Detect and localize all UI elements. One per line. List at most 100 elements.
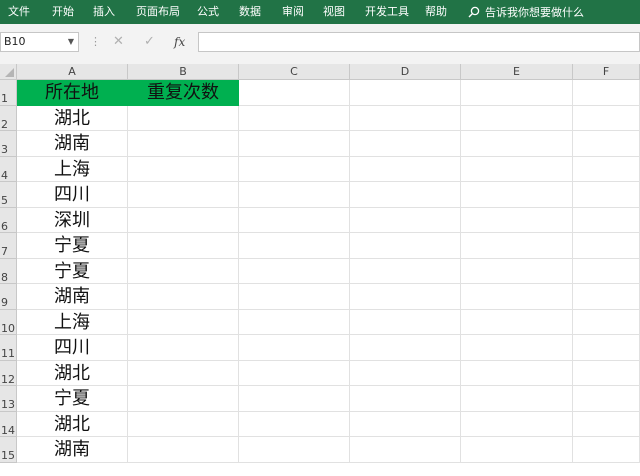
cell-d7[interactable] bbox=[350, 233, 461, 259]
cell-a10[interactable]: 上海 bbox=[17, 310, 128, 335]
cell-f5[interactable] bbox=[573, 182, 640, 208]
cell-b8[interactable] bbox=[128, 259, 239, 284]
row-header-9[interactable]: 9 bbox=[0, 284, 17, 310]
cell-e3[interactable] bbox=[461, 131, 573, 157]
row-header-3[interactable]: 3 bbox=[0, 131, 17, 157]
cell-b2[interactable] bbox=[128, 106, 239, 131]
cell-a4[interactable]: 上海 bbox=[17, 157, 128, 182]
column-header-a[interactable]: A bbox=[17, 64, 128, 80]
cell-d2[interactable] bbox=[350, 106, 461, 131]
cell-f3[interactable] bbox=[573, 131, 640, 157]
cell-c14[interactable] bbox=[239, 412, 350, 437]
cell-b1[interactable]: 重复次数 bbox=[128, 80, 239, 106]
cell-d5[interactable] bbox=[350, 182, 461, 208]
row-header-10[interactable]: 10 bbox=[0, 310, 17, 335]
cell-d13[interactable] bbox=[350, 386, 461, 412]
column-header-f[interactable]: F bbox=[573, 64, 640, 80]
cell-f13[interactable] bbox=[573, 386, 640, 412]
cell-a2[interactable]: 湖北 bbox=[17, 106, 128, 131]
cell-c15[interactable] bbox=[239, 437, 350, 463]
cell-d1[interactable] bbox=[350, 80, 461, 106]
row-header-6[interactable]: 6 bbox=[0, 208, 17, 233]
cell-c7[interactable] bbox=[239, 233, 350, 259]
cell-c11[interactable] bbox=[239, 335, 350, 361]
cell-e1[interactable] bbox=[461, 80, 573, 106]
cell-b6[interactable] bbox=[128, 208, 239, 233]
cell-e7[interactable] bbox=[461, 233, 573, 259]
formula-input[interactable] bbox=[198, 32, 640, 52]
cell-d11[interactable] bbox=[350, 335, 461, 361]
cell-f14[interactable] bbox=[573, 412, 640, 437]
cell-e15[interactable] bbox=[461, 437, 573, 463]
cell-d4[interactable] bbox=[350, 157, 461, 182]
cell-d10[interactable] bbox=[350, 310, 461, 335]
cell-c6[interactable] bbox=[239, 208, 350, 233]
cell-e14[interactable] bbox=[461, 412, 573, 437]
tab-review[interactable]: 审阅 bbox=[282, 0, 304, 24]
cell-c1[interactable] bbox=[239, 80, 350, 106]
cell-b5[interactable] bbox=[128, 182, 239, 208]
cell-c4[interactable] bbox=[239, 157, 350, 182]
cell-f6[interactable] bbox=[573, 208, 640, 233]
cell-e4[interactable] bbox=[461, 157, 573, 182]
check-icon[interactable]: ✓ bbox=[144, 32, 155, 52]
tab-help[interactable]: 帮助 bbox=[425, 0, 447, 24]
column-header-e[interactable]: E bbox=[461, 64, 573, 80]
cell-e12[interactable] bbox=[461, 361, 573, 386]
cell-d8[interactable] bbox=[350, 259, 461, 284]
cell-a11[interactable]: 四川 bbox=[17, 335, 128, 361]
spreadsheet-grid[interactable]: A B C D E F 1 所在地 重复次数 2 湖北 3 湖南 4 上海 5 四川 6 深圳 7 宁夏 8 宁… bbox=[0, 64, 640, 476]
drag-handle-icon[interactable]: ⋮ bbox=[90, 35, 101, 49]
cell-e2[interactable] bbox=[461, 106, 573, 131]
cell-f7[interactable] bbox=[573, 233, 640, 259]
tab-view[interactable]: 视图 bbox=[323, 0, 345, 24]
cell-b13[interactable] bbox=[128, 386, 239, 412]
cell-b9[interactable] bbox=[128, 284, 239, 310]
chevron-down-icon[interactable]: ▼ bbox=[68, 33, 74, 51]
cell-c12[interactable] bbox=[239, 361, 350, 386]
row-header-12[interactable]: 12 bbox=[0, 361, 17, 386]
cell-d6[interactable] bbox=[350, 208, 461, 233]
insert-function-icon[interactable]: fx bbox=[174, 32, 185, 52]
cell-f12[interactable] bbox=[573, 361, 640, 386]
cell-b10[interactable] bbox=[128, 310, 239, 335]
cell-e11[interactable] bbox=[461, 335, 573, 361]
cell-b14[interactable] bbox=[128, 412, 239, 437]
cell-a14[interactable]: 湖北 bbox=[17, 412, 128, 437]
cell-a5[interactable]: 四川 bbox=[17, 182, 128, 208]
cell-b11[interactable] bbox=[128, 335, 239, 361]
cell-b12[interactable] bbox=[128, 361, 239, 386]
cell-c8[interactable] bbox=[239, 259, 350, 284]
tab-developer[interactable]: 开发工具 bbox=[365, 0, 409, 24]
cell-d15[interactable] bbox=[350, 437, 461, 463]
cell-a12[interactable]: 湖北 bbox=[17, 361, 128, 386]
cell-b7[interactable] bbox=[128, 233, 239, 259]
select-all-corner[interactable] bbox=[0, 64, 17, 80]
name-box[interactable]: B10 ▼ bbox=[0, 32, 79, 52]
row-header-11[interactable]: 11 bbox=[0, 335, 17, 361]
tab-formulas[interactable]: 公式 bbox=[197, 0, 219, 24]
cell-a1[interactable]: 所在地 bbox=[17, 80, 128, 106]
cell-d3[interactable] bbox=[350, 131, 461, 157]
tab-home[interactable]: 开始 bbox=[52, 0, 74, 24]
row-header-5[interactable]: 5 bbox=[0, 182, 17, 208]
tab-insert[interactable]: 插入 bbox=[93, 0, 115, 24]
cell-e9[interactable] bbox=[461, 284, 573, 310]
row-header-1[interactable]: 1 bbox=[0, 80, 17, 106]
cell-a3[interactable]: 湖南 bbox=[17, 131, 128, 157]
tab-data[interactable]: 数据 bbox=[239, 0, 261, 24]
cell-f2[interactable] bbox=[573, 106, 640, 131]
cell-a6[interactable]: 深圳 bbox=[17, 208, 128, 233]
row-header-7[interactable]: 7 bbox=[0, 233, 17, 259]
column-header-c[interactable]: C bbox=[239, 64, 350, 80]
cell-a13[interactable]: 宁夏 bbox=[17, 386, 128, 412]
cell-d12[interactable] bbox=[350, 361, 461, 386]
column-header-d[interactable]: D bbox=[350, 64, 461, 80]
tab-page-layout[interactable]: 页面布局 bbox=[136, 0, 180, 24]
row-header-8[interactable]: 8 bbox=[0, 259, 17, 284]
cell-e5[interactable] bbox=[461, 182, 573, 208]
cell-c5[interactable] bbox=[239, 182, 350, 208]
cell-d9[interactable] bbox=[350, 284, 461, 310]
cell-c2[interactable] bbox=[239, 106, 350, 131]
cell-f15[interactable] bbox=[573, 437, 640, 463]
